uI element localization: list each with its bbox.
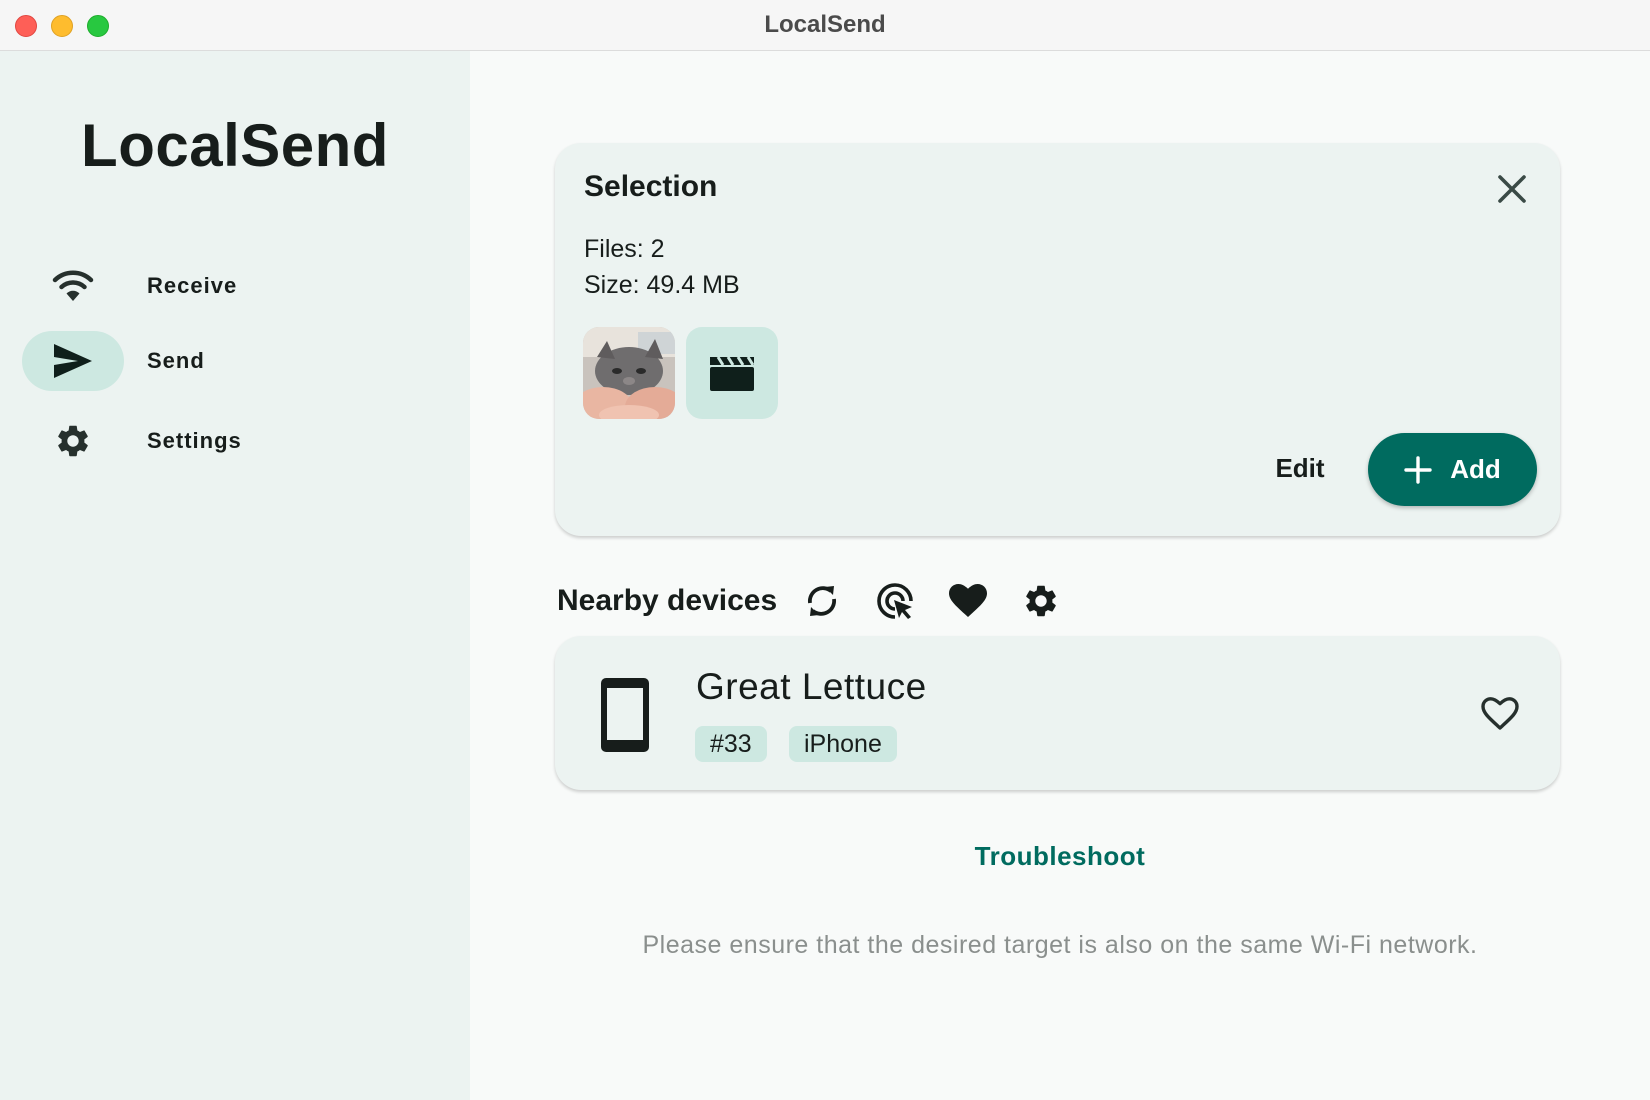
main-content: Selection Files: 2 Size: 49.4 MB Edit Ad…	[470, 51, 1650, 1100]
wifi-icon	[22, 256, 124, 316]
files-count: Files: 2	[584, 235, 665, 263]
image-thumbnail[interactable]	[583, 327, 675, 419]
clapperboard-icon	[710, 356, 755, 391]
selection-title: Selection	[584, 170, 718, 203]
phone-icon	[601, 678, 649, 752]
add-files-button[interactable]: Add	[1368, 433, 1537, 506]
plus-icon	[1404, 455, 1432, 484]
sidebar-item-settings[interactable]: Settings	[20, 411, 450, 471]
nearby-devices-label: Nearby devices	[557, 584, 778, 617]
add-button-label: Add	[1450, 454, 1501, 484]
troubleshoot-link[interactable]: Troubleshoot	[470, 841, 1650, 872]
app-window: LocalSend LocalSend Receive Send Setting…	[0, 0, 1650, 1100]
sidebar-item-receive[interactable]: Receive	[20, 256, 450, 316]
clear-selection-button[interactable]	[1492, 169, 1532, 209]
close-icon	[1498, 175, 1526, 203]
edit-selection-button[interactable]: Edit	[1245, 433, 1355, 503]
nearby-devices-header: Nearby devices	[557, 571, 1157, 631]
favorites-button[interactable]	[948, 581, 988, 621]
favorite-device-button[interactable]	[1478, 692, 1522, 736]
title-bar: LocalSend	[0, 0, 1650, 51]
sidebar-item-label: Receive	[147, 273, 238, 298]
sidebar-item-label: Settings	[147, 428, 242, 453]
video-thumbnail[interactable]	[686, 327, 778, 419]
favorites-icon	[949, 584, 987, 617]
sidebar-item-label: Send	[147, 348, 205, 373]
heart-outline-icon	[1481, 697, 1519, 730]
sidebar-item-send[interactable]: Send	[20, 331, 450, 391]
device-tag-type: iPhone	[789, 726, 897, 762]
send-icon	[22, 331, 124, 391]
device-tag-id: #33	[695, 726, 767, 762]
gear-icon	[22, 411, 124, 471]
window-title: LocalSend	[764, 11, 886, 38]
selection-card: Selection Files: 2 Size: 49.4 MB Edit Ad…	[555, 143, 1560, 536]
refresh-icon	[808, 586, 836, 616]
files-size: Size: 49.4 MB	[584, 271, 740, 299]
discovery-settings-button[interactable]	[1021, 581, 1061, 621]
network-hint: Please ensure that the desired target is…	[642, 931, 1478, 959]
sidebar: LocalSend Receive Send Settings	[0, 51, 470, 1100]
device-card[interactable]: Great Lettuce #33 iPhone	[555, 636, 1560, 790]
refresh-button[interactable]	[802, 581, 842, 621]
scan-target-icon	[877, 583, 913, 619]
device-name: Great Lettuce	[696, 666, 927, 707]
app-title: LocalSend	[81, 112, 389, 179]
send-to-address-button[interactable]	[875, 581, 915, 621]
cat-photo-thumbnail	[583, 327, 675, 419]
gear-icon	[1026, 585, 1056, 617]
